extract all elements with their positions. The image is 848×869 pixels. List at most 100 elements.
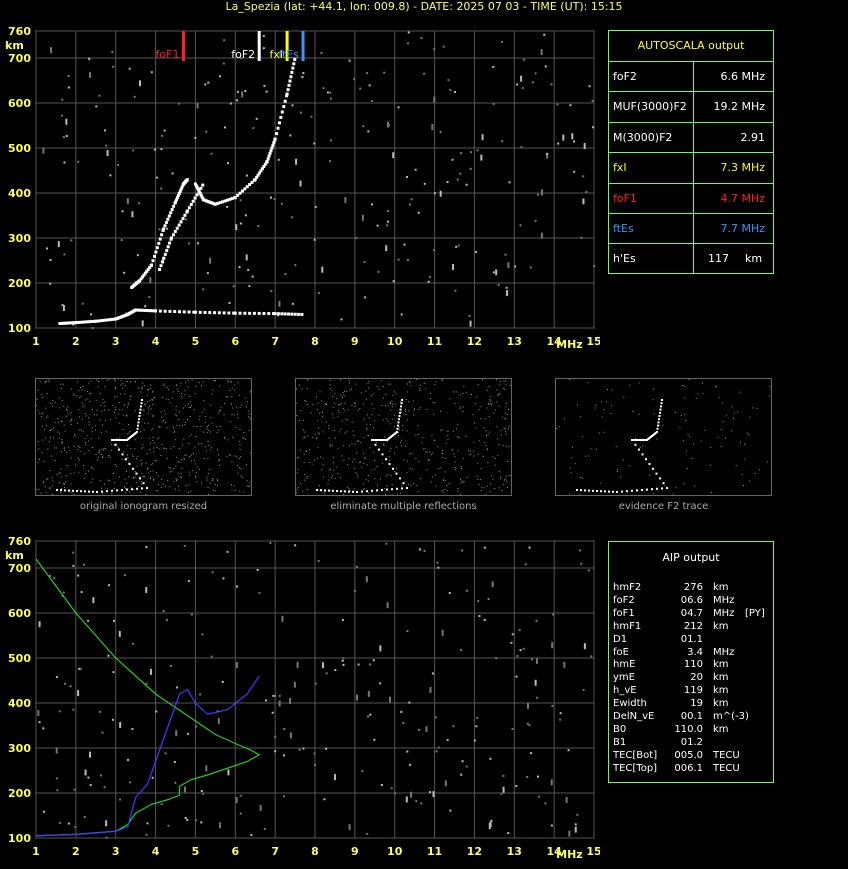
thumb-speck xyxy=(241,476,243,478)
thumb-speck xyxy=(387,420,389,422)
thumb-trace xyxy=(401,399,403,401)
thumb-speck xyxy=(328,469,330,471)
thumb-trace xyxy=(320,489,322,492)
thumb-speck xyxy=(319,456,321,458)
thumb-speck xyxy=(429,398,431,400)
thumb-speck xyxy=(37,409,39,411)
thumb-speck xyxy=(616,471,618,473)
trace-point xyxy=(183,213,187,217)
thumb-trace xyxy=(138,418,140,421)
thumb-speck xyxy=(232,436,234,438)
thumb-speck xyxy=(219,409,221,411)
thumb-trace xyxy=(646,488,648,491)
thumb-speck xyxy=(509,384,511,386)
thumb-speck xyxy=(434,384,436,386)
thumbnail-original xyxy=(35,378,252,496)
thumb-speck xyxy=(157,484,159,486)
trace-point xyxy=(160,260,164,264)
autoscala-row-fof1: foF1 4.7 MHz xyxy=(609,182,773,214)
thumb-speck xyxy=(169,402,171,404)
thumb-speck xyxy=(70,473,72,475)
thumb-speck xyxy=(143,429,145,431)
y-tick-label: 100 xyxy=(8,322,31,335)
thumb-speck xyxy=(77,457,79,459)
thumb-speck xyxy=(37,440,39,442)
thumb-speck xyxy=(302,429,304,431)
thumb-speck xyxy=(117,446,119,448)
thumb-speck xyxy=(342,392,344,394)
thumb-speck xyxy=(158,426,160,428)
thumb-speck xyxy=(447,430,449,432)
thumb-speck xyxy=(39,412,41,414)
thumb-speck xyxy=(463,481,465,483)
thumb-speck xyxy=(154,460,156,462)
thumb-speck xyxy=(299,384,301,386)
thumb-speck xyxy=(353,458,355,460)
thumb-speck xyxy=(157,475,159,477)
trace-point xyxy=(243,311,247,315)
thumb-speck xyxy=(482,379,484,381)
thumb-speck xyxy=(46,393,48,395)
thumb-speck xyxy=(469,454,471,456)
thumb-speck xyxy=(153,451,155,453)
thumb-trace xyxy=(576,489,578,491)
thumb-speck xyxy=(164,486,166,488)
thumb-speck xyxy=(343,395,345,397)
thumb-speck xyxy=(505,403,507,405)
thumb-speck xyxy=(376,386,378,388)
thumb-speck xyxy=(212,479,214,481)
thumb-speck xyxy=(314,459,316,461)
thumb-speck xyxy=(369,447,371,449)
thumb-trace xyxy=(106,490,108,493)
thumb-trace xyxy=(131,488,133,491)
thumb-speck xyxy=(173,431,175,433)
y-tick-label: 100 xyxy=(8,832,31,845)
thumb-speck xyxy=(175,409,177,411)
autoscala-divider xyxy=(693,122,694,153)
thumb-speck xyxy=(490,404,492,406)
thumb-speck xyxy=(406,460,408,462)
thumb-speck xyxy=(328,425,330,427)
thumb-speck xyxy=(192,470,194,472)
thumb-speck xyxy=(419,390,421,392)
aip-name: foE xyxy=(613,646,629,658)
thumb-speck xyxy=(581,477,583,479)
thumb-speck xyxy=(359,407,361,409)
thumb-speck xyxy=(167,388,169,390)
thumb-speck xyxy=(481,486,483,488)
thumb-speck xyxy=(158,437,160,439)
thumb-speck xyxy=(399,442,401,444)
thumb-trace xyxy=(316,489,318,491)
thumb-speck xyxy=(343,493,345,495)
thumb-speck xyxy=(106,379,108,381)
thumb-speck xyxy=(590,448,592,450)
thumb-trace xyxy=(600,490,602,493)
thumb-speck xyxy=(399,401,401,403)
aip-name: hmF1 xyxy=(613,620,642,632)
thumb-trace xyxy=(659,408,662,411)
thumb-speck xyxy=(173,481,175,483)
thumb-speck xyxy=(418,408,420,410)
thumb-speck xyxy=(152,404,154,406)
thumb-speck xyxy=(392,394,394,396)
thumb-speck xyxy=(470,453,472,455)
thumb-speck xyxy=(141,462,143,464)
aip-panel: AIP output hmF2 276 km foF2 06.6 MHz foF1 04.7 M… xyxy=(608,541,774,783)
thumb-speck xyxy=(118,476,120,478)
thumb-speck xyxy=(407,391,409,393)
thumb-speck xyxy=(451,449,453,451)
thumb-speck xyxy=(96,409,98,411)
thumb-speck xyxy=(120,379,122,381)
x-tick-label: 4 xyxy=(152,335,160,348)
thumb-speck xyxy=(143,410,145,412)
aip-name: TEC[Top] xyxy=(613,762,658,774)
thumb-speck xyxy=(76,395,78,397)
thumb-speck xyxy=(177,390,179,392)
thumb-speck xyxy=(181,397,183,399)
thumb-speck xyxy=(52,427,54,429)
thumb-speck xyxy=(127,445,129,447)
thumb-speck xyxy=(454,461,456,463)
autoscala-label: fxI xyxy=(613,161,627,175)
thumb-speck xyxy=(346,391,348,393)
thumb-speck xyxy=(461,480,463,482)
